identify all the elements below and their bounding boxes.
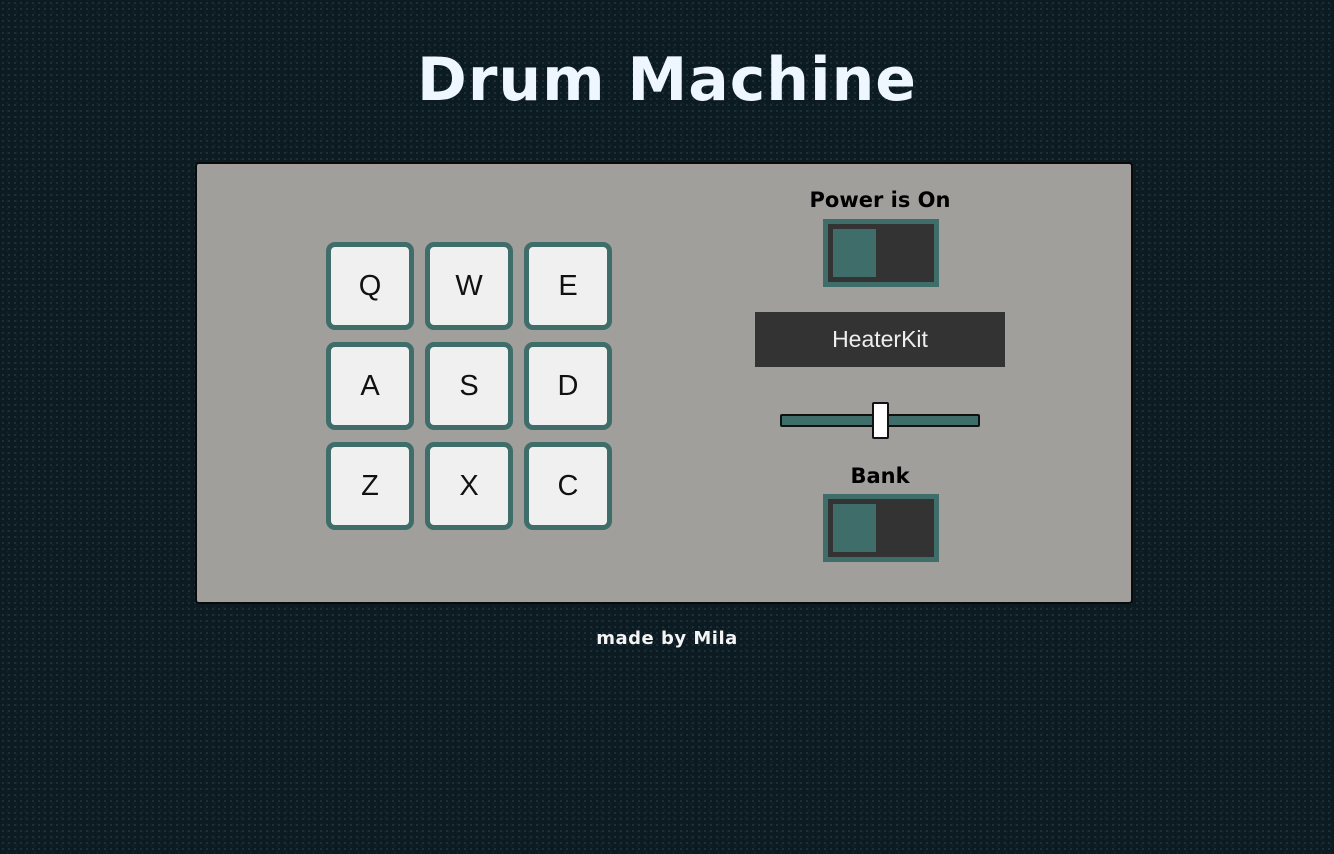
drum-machine-panel: Q W E A S D Z X C Power is On HeaterKit … [195,162,1133,604]
drum-pad-grid: Q W E A S D Z X C [326,242,616,532]
drum-pad-e[interactable]: E [524,242,612,330]
drum-pad-z[interactable]: Z [326,442,414,530]
power-toggle-knob [833,229,876,277]
display-panel: HeaterKit [755,312,1005,367]
drum-pad-x[interactable]: X [425,442,513,530]
footer-credit: made by Mila [596,628,738,649]
bank-label: Bank [850,464,910,488]
page-title: Drum Machine [417,45,917,115]
volume-slider-thumb[interactable] [871,402,889,439]
drum-pad-w[interactable]: W [425,242,513,330]
power-label: Power is On [809,188,951,212]
drum-pad-a[interactable]: A [326,342,414,430]
drum-pad-q[interactable]: Q [326,242,414,330]
bank-toggle-knob [833,504,876,552]
bank-toggle[interactable] [823,494,939,562]
drum-pad-s[interactable]: S [425,342,513,430]
drum-pad-c[interactable]: C [524,442,612,530]
power-toggle[interactable] [823,219,939,287]
drum-pad-d[interactable]: D [524,342,612,430]
